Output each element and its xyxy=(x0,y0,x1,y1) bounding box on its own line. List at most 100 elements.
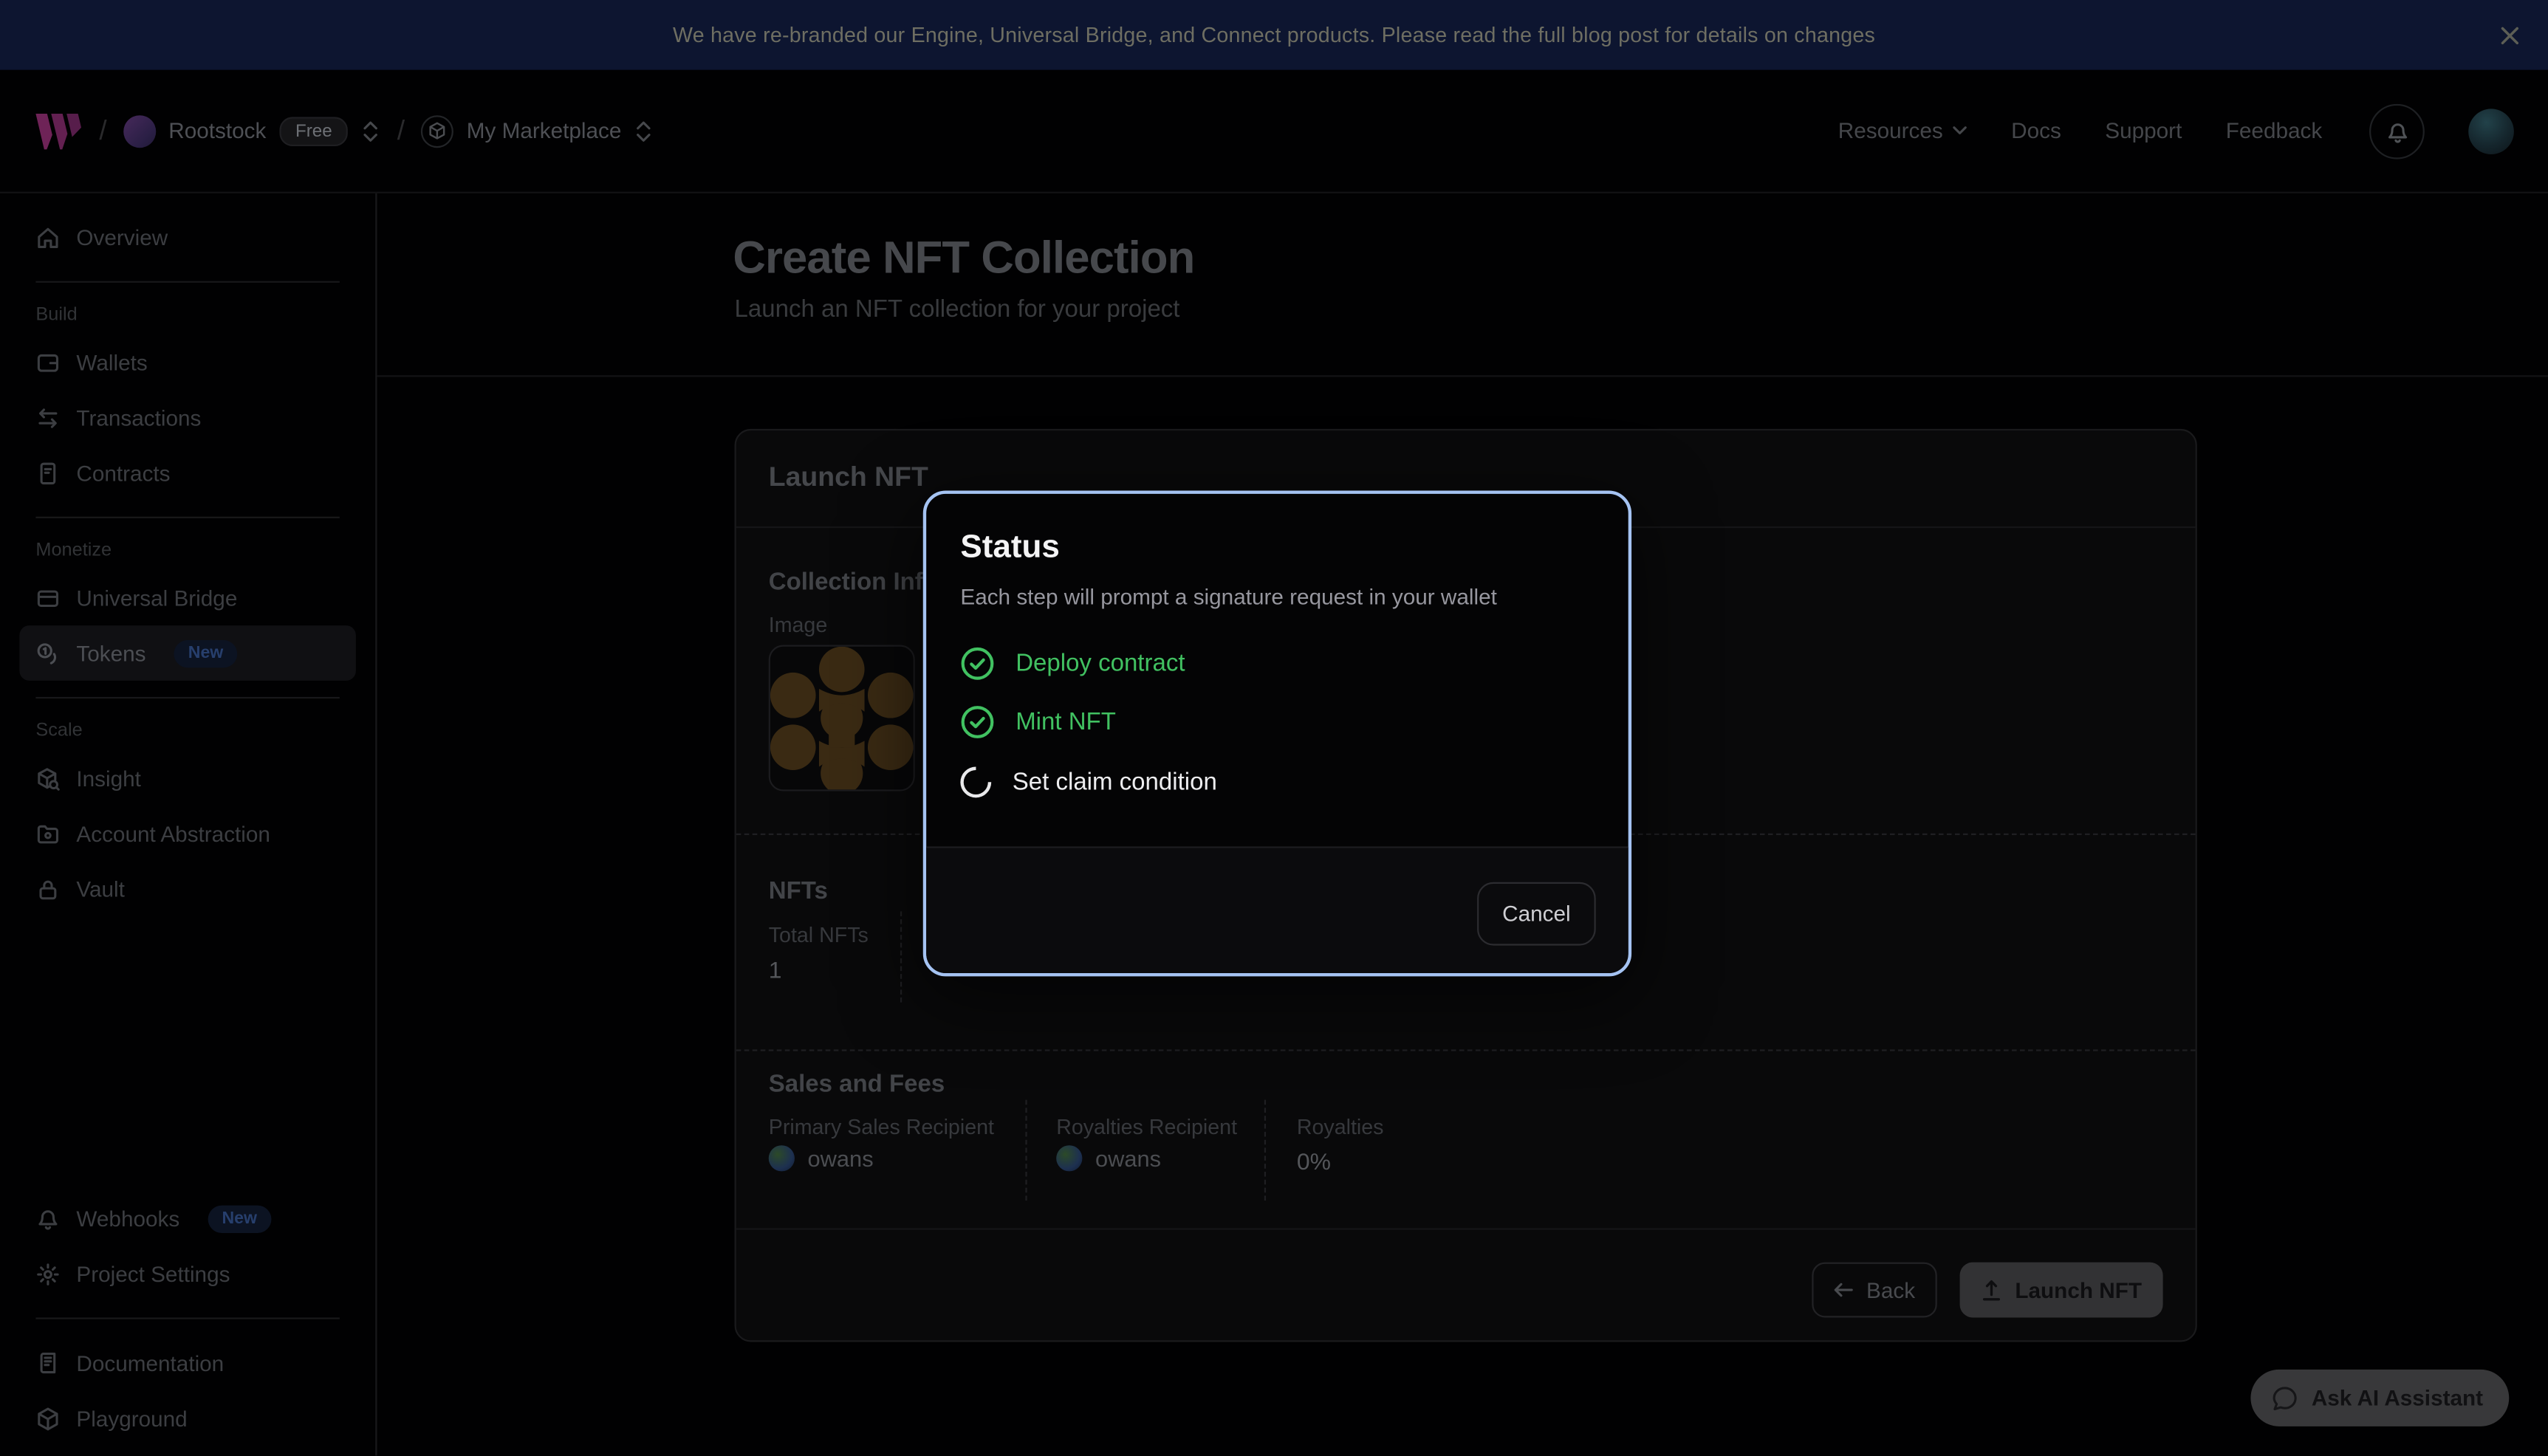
bell-icon xyxy=(35,1206,60,1232)
top-nav: Resources Docs Support Feedback xyxy=(1838,103,2514,159)
team-name: Rootstock xyxy=(168,119,266,143)
notifications-button[interactable] xyxy=(2369,103,2425,159)
step-mint-nft: Mint NFT xyxy=(960,702,1116,741)
top-bar: / Rootstock Free / My Marketplace Resour… xyxy=(0,70,2548,193)
nav-support-label: Support xyxy=(2105,119,2182,143)
gear-icon xyxy=(35,1262,60,1286)
modal-subtitle: Each step will prompt a signature reques… xyxy=(960,585,1496,609)
royalties-value: 0% xyxy=(1297,1150,1331,1176)
wallet-avatar xyxy=(1056,1145,1082,1171)
book-icon xyxy=(35,1351,60,1376)
chat-bubble-icon xyxy=(2273,1385,2298,1411)
modal-footer: Cancel xyxy=(926,846,1629,973)
sidebar-item-project-settings[interactable]: Project Settings xyxy=(19,1246,355,1302)
cube-icon xyxy=(429,122,445,140)
chevrons-up-down-icon xyxy=(634,118,654,144)
lock-icon xyxy=(35,876,60,901)
announcement-banner: We have re-branded our Engine, Universal… xyxy=(0,0,2548,70)
section-divider-dashed xyxy=(736,1049,2196,1051)
sidebar-item-transactions[interactable]: Transactions xyxy=(19,390,355,445)
sidebar-item-label: Playground xyxy=(76,1406,187,1430)
cube-icon xyxy=(35,1406,60,1430)
breadcrumb-slash: / xyxy=(99,114,106,147)
user-avatar[interactable] xyxy=(2468,108,2514,154)
project-selector[interactable]: My Marketplace xyxy=(421,114,654,147)
sidebar-divider xyxy=(35,281,339,283)
sidebar-item-label: Webhooks xyxy=(76,1206,179,1231)
sidebar-item-overview[interactable]: Overview xyxy=(19,210,355,265)
check-circle-icon xyxy=(960,646,994,680)
chevron-down-icon xyxy=(1951,125,1967,136)
nav-resources[interactable]: Resources xyxy=(1838,119,1967,143)
royalties-recipient: owans xyxy=(1056,1145,1161,1171)
nav-docs[interactable]: Docs xyxy=(2011,119,2061,143)
sales-fees-heading: Sales and Fees xyxy=(769,1071,945,1098)
nav-feedback[interactable]: Feedback xyxy=(2226,119,2322,143)
sidebar-item-label: Contracts xyxy=(76,461,170,485)
sidebar-item-contracts[interactable]: Contracts xyxy=(19,445,355,501)
arrow-left-icon xyxy=(1834,1280,1855,1299)
sidebar-item-label: Tokens xyxy=(76,641,145,665)
column-divider-dashed xyxy=(1025,1100,1027,1201)
cancel-button[interactable]: Cancel xyxy=(1477,882,1596,946)
project-name: My Marketplace xyxy=(467,119,622,143)
collection-image-preview xyxy=(769,645,915,791)
announcement-text: We have re-branded our Engine, Universal… xyxy=(673,23,1875,47)
check-circle-icon xyxy=(960,704,994,738)
launch-nft-button[interactable]: Launch NFT xyxy=(1960,1263,2163,1318)
recipient-name: owans xyxy=(808,1145,874,1171)
credit-card-icon xyxy=(35,586,60,610)
total-nfts-label: Total NFTs xyxy=(769,923,869,947)
ask-ai-assistant-button[interactable]: Ask AI Assistant xyxy=(2251,1370,2509,1426)
arrows-left-right-icon xyxy=(35,405,60,430)
column-divider-dashed xyxy=(1264,1100,1266,1201)
royalties-label: Royalties xyxy=(1297,1114,1384,1139)
modal-title: Status xyxy=(960,529,1059,567)
close-icon xyxy=(2498,23,2522,47)
image-label: Image xyxy=(769,613,828,637)
sidebar-item-label: Vault xyxy=(76,876,125,901)
primary-sales-recipient: owans xyxy=(769,1145,874,1171)
nav-resources-label: Resources xyxy=(1838,119,1943,143)
status-modal: Status Each step will prompt a signature… xyxy=(923,490,1631,976)
primary-sales-recipient-label: Primary Sales Recipient xyxy=(769,1114,994,1139)
sidebar-divider xyxy=(35,517,339,518)
sidebar-item-webhooks[interactable]: Webhooks New xyxy=(19,1191,355,1246)
sidebar-heading-monetize: Monetize xyxy=(35,541,339,560)
sidebar-heading-scale: Scale xyxy=(35,721,339,741)
sidebar-item-tokens[interactable]: Tokens New xyxy=(19,625,355,681)
home-icon xyxy=(35,225,60,250)
back-button[interactable]: Back xyxy=(1812,1263,1936,1318)
sidebar: Overview Build Wallets Transactions Cont… xyxy=(0,193,377,1456)
team-selector[interactable]: Rootstock Free xyxy=(123,114,381,147)
sidebar-item-vault[interactable]: Vault xyxy=(19,861,355,916)
folder-icon xyxy=(35,821,60,845)
step-label: Set claim condition xyxy=(1013,768,1217,795)
sidebar-item-documentation[interactable]: Documentation xyxy=(19,1336,355,1391)
nav-support[interactable]: Support xyxy=(2105,119,2182,143)
sidebar-item-universal-bridge[interactable]: Universal Bridge xyxy=(19,570,355,625)
launch-button-label: Launch NFT xyxy=(2015,1278,2142,1302)
nft-artwork xyxy=(770,647,914,790)
sidebar-item-account-abstraction[interactable]: Account Abstraction xyxy=(19,806,355,861)
coins-icon xyxy=(35,641,60,665)
sidebar-bottom-group: Webhooks New Project Settings Documentat… xyxy=(19,1191,355,1446)
sidebar-heading-build: Build xyxy=(35,306,339,325)
new-badge: New xyxy=(174,639,238,667)
sidebar-item-wallets[interactable]: Wallets xyxy=(19,334,355,390)
new-badge: New xyxy=(208,1205,272,1232)
card-footer-divider xyxy=(736,1228,2196,1229)
spinner-icon xyxy=(954,760,998,803)
sidebar-item-playground[interactable]: Playground xyxy=(19,1390,355,1446)
app-root: We have re-branded our Engine, Universal… xyxy=(0,0,2548,1455)
sidebar-item-insight[interactable]: Insight xyxy=(19,751,355,806)
sidebar-item-label: Account Abstraction xyxy=(76,821,270,845)
page-divider xyxy=(377,375,2548,377)
sidebar-divider xyxy=(35,1317,339,1319)
royalties-recipient-label: Royalties Recipient xyxy=(1056,1114,1237,1139)
step-label: Deploy contract xyxy=(1016,649,1185,676)
banner-close-button[interactable] xyxy=(2491,16,2529,54)
document-icon xyxy=(35,461,60,485)
thirdweb-logo[interactable] xyxy=(34,111,83,151)
page-title: Create NFT Collection xyxy=(733,233,1194,284)
